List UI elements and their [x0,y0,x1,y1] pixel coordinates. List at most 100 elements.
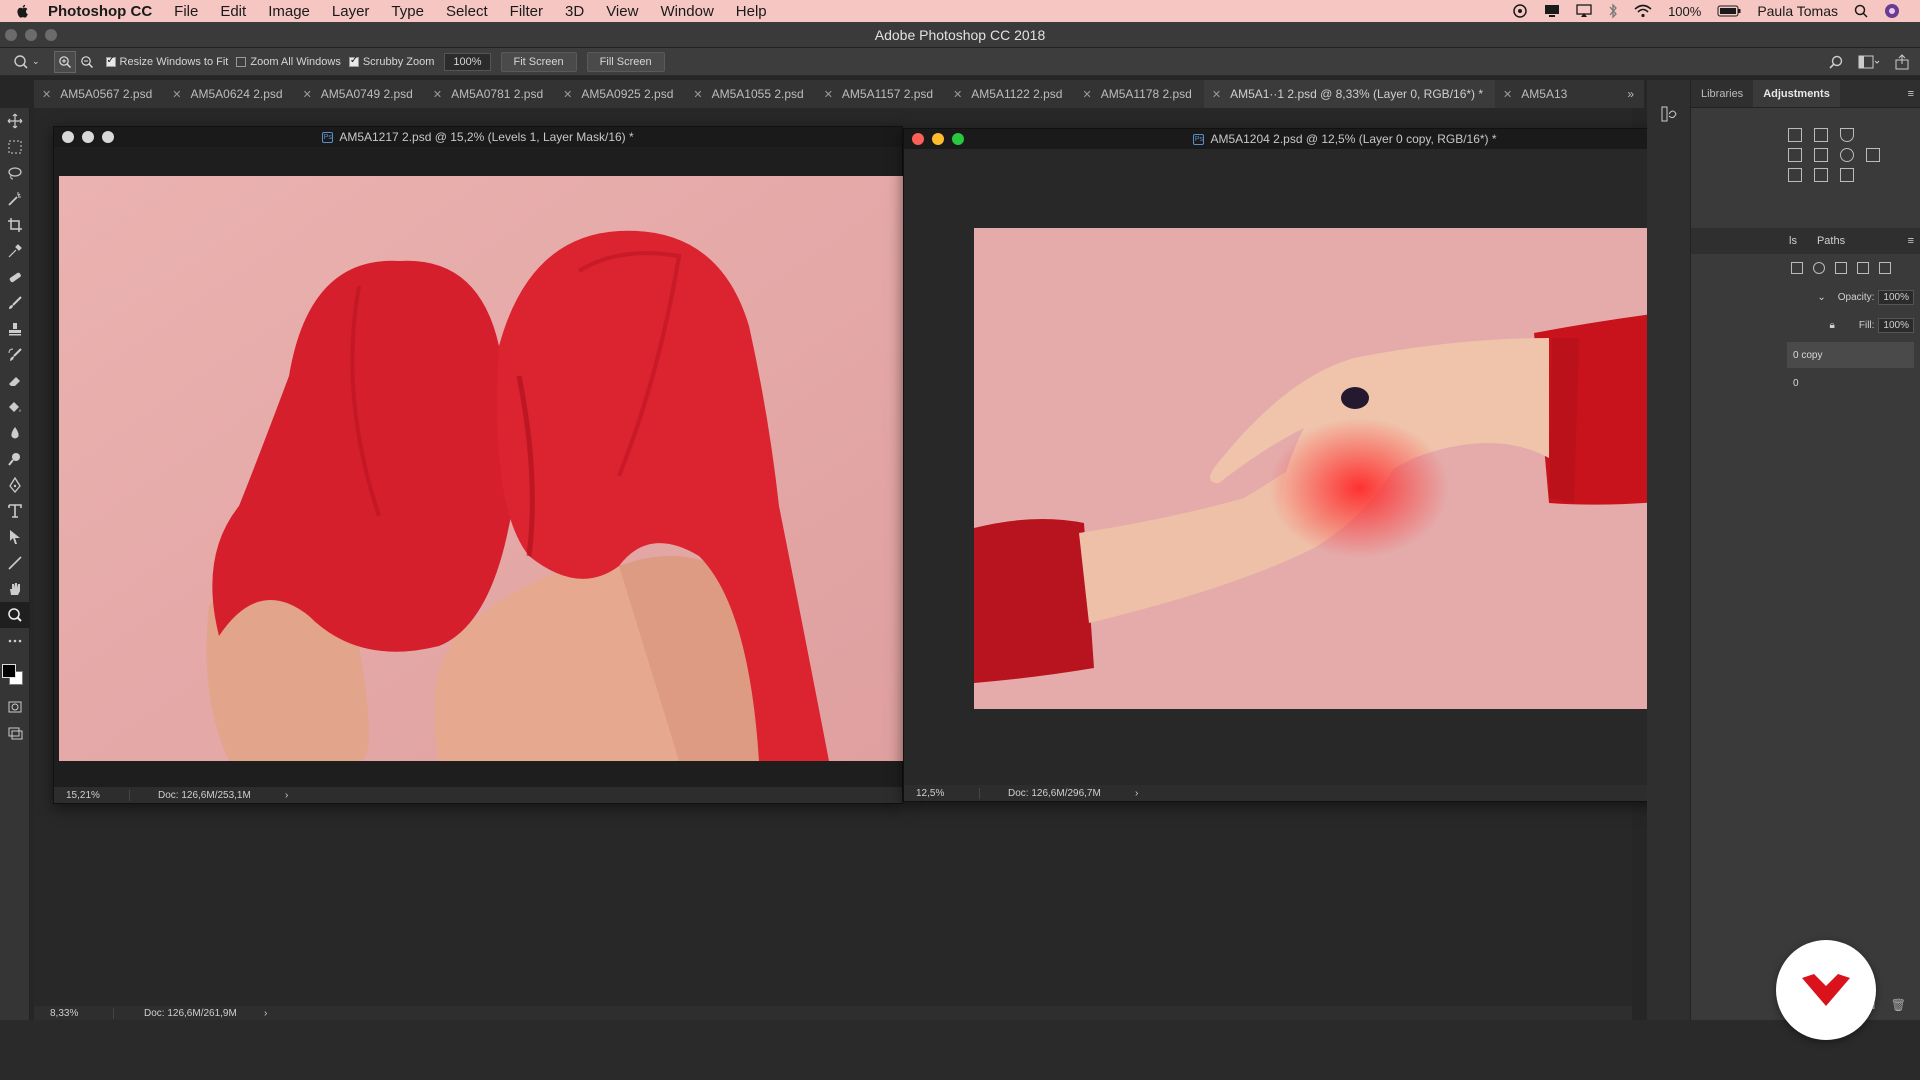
spotlight-search-icon[interactable] [1854,4,1868,18]
paint-bucket-tool[interactable] [0,394,30,420]
tab-document[interactable]: ✕ AM5A1178 2.psd [1074,80,1203,108]
filter-smart-object-icon[interactable] [1879,262,1891,274]
magic-wand-tool[interactable] [0,186,30,212]
chevron-down-icon[interactable]: ⌄ [32,56,40,67]
close-icon[interactable]: ✕ [824,88,833,101]
menu-window[interactable]: Window [660,3,713,20]
selective-color-icon[interactable] [1840,168,1854,182]
tab-document[interactable]: ✕ AM5A0624 2.psd [164,80,294,108]
doc1-title-bar[interactable]: Ps AM5A1217 2.psd @ 15,2% (Levels 1, Lay… [54,127,902,147]
hue-saturation-icon[interactable] [1788,148,1802,162]
fill-screen-button[interactable]: Fill Screen [586,51,665,72]
close-icon[interactable]: ✕ [1212,88,1221,101]
menu-edit[interactable]: Edit [220,3,246,20]
delete-layer-icon[interactable]: 🗑︎ [1891,998,1906,1012]
move-tool[interactable] [0,108,30,134]
type-tool[interactable] [0,498,30,524]
color-balance-icon[interactable] [1814,148,1828,162]
foreground-color[interactable] [2,664,16,678]
blend-mode-chevron-icon[interactable]: ⌄ [1817,292,1825,303]
zoom-out-icon[interactable] [76,51,98,73]
fit-screen-button[interactable]: Fit Screen [500,51,577,72]
display-icon[interactable] [1544,4,1560,18]
menu-3d[interactable]: 3D [565,3,584,20]
menu-image[interactable]: Image [268,3,310,20]
menu-layer[interactable]: Layer [332,3,370,20]
layer-row[interactable]: 0 [1787,370,1914,396]
lock-icon[interactable]: 🔒︎ [1830,320,1835,331]
filter-adjustment-icon[interactable] [1813,262,1825,274]
clone-stamp-tool[interactable] [0,316,30,342]
close-icon[interactable]: ✕ [953,88,962,101]
history-brush-tool[interactable] [0,342,30,368]
menu-file[interactable]: File [174,3,198,20]
minimize-button[interactable] [82,131,94,143]
line-tool[interactable] [0,550,30,576]
close-icon[interactable]: ✕ [1082,88,1091,101]
pen-tool[interactable] [0,472,30,498]
curves-adjustment-icon[interactable] [1814,128,1828,142]
lasso-tool[interactable] [0,160,30,186]
close-icon[interactable]: ✕ [1503,88,1512,101]
fill-input[interactable]: 100% [1878,318,1914,333]
chevron-right-icon[interactable]: › [1135,788,1138,799]
eyedropper-tool[interactable] [0,238,30,264]
zoom-percent-field[interactable]: 100% [444,52,491,71]
tab-channels-partial[interactable]: ls [1691,235,1807,247]
zoom-tool[interactable] [0,602,30,628]
user-name[interactable]: Paula Tomas [1757,3,1838,19]
siri-icon[interactable] [1884,3,1900,19]
battery-icon[interactable] [1717,5,1741,17]
threshold-icon[interactable] [1814,168,1828,182]
close-icon[interactable]: ✕ [563,88,572,101]
airplay-icon[interactable] [1576,4,1592,18]
share-icon[interactable] [1894,53,1910,70]
gradient-map-icon[interactable] [1840,128,1854,142]
doc1-zoom-level[interactable]: 15,21% [54,789,130,801]
edit-toolbar[interactable] [0,628,30,654]
menu-select[interactable]: Select [446,3,488,20]
doc1-canvas[interactable] [59,176,904,761]
zoom-window-button[interactable] [45,29,57,41]
tab-document[interactable]: ✕ AM5A0925 2.psd [555,80,685,108]
tab-paths[interactable]: Paths [1807,235,1855,247]
close-icon[interactable]: ✕ [172,88,181,101]
healing-brush-tool[interactable] [0,264,30,290]
wifi-icon[interactable] [1634,4,1652,18]
zoom-in-icon[interactable] [53,50,76,73]
dodge-tool[interactable] [0,446,30,472]
eraser-tool[interactable] [0,368,30,394]
tab-document[interactable]: ✕ AM5A0749 2.psd [295,80,425,108]
filter-shape-icon[interactable] [1857,262,1869,274]
close-icon[interactable]: ✕ [42,88,51,101]
close-icon[interactable]: ✕ [693,88,702,101]
minimize-window-button[interactable] [25,29,37,41]
tab-document[interactable]: ✕ AM5A0567 2.psd [34,80,164,108]
quick-mask-button[interactable] [0,694,30,720]
history-panel-icon[interactable] [1659,104,1679,124]
layer-row-selected[interactable]: 0 copy [1787,342,1914,368]
chevron-right-icon[interactable]: › [285,790,288,801]
tab-document[interactable]: ✕ AM5A0781 2.psd [425,80,555,108]
zoom-button[interactable] [102,131,114,143]
resize-windows-checkbox[interactable]: Resize Windows to Fit [105,55,228,68]
panel-menu-icon[interactable]: ≡ [1908,235,1914,247]
search-icon[interactable] [1828,54,1844,70]
filter-type-icon[interactable] [1835,262,1847,274]
brush-tool[interactable] [0,290,30,316]
channel-mixer-icon[interactable] [1840,148,1854,162]
zoom-button[interactable] [952,133,964,145]
apple-icon[interactable] [15,3,31,19]
filter-pixel-icon[interactable] [1791,262,1803,274]
chevron-right-icon[interactable]: › [264,1008,267,1019]
color-swatches[interactable] [0,654,29,694]
tab-libraries[interactable]: Libraries [1691,80,1753,107]
tab-document[interactable]: ✕ AM5A1055 2.psd [685,80,815,108]
zoom-all-windows-checkbox[interactable]: Zoom All Windows [236,56,341,68]
tab-adjustments[interactable]: Adjustments [1753,80,1840,107]
doc2-zoom-level[interactable]: 12,5% [904,787,980,799]
close-button[interactable] [912,133,924,145]
invert-icon[interactable] [1788,168,1802,182]
tab-document[interactable]: ✕ AM5A1122 2.psd [945,80,1074,108]
blur-tool[interactable] [0,420,30,446]
